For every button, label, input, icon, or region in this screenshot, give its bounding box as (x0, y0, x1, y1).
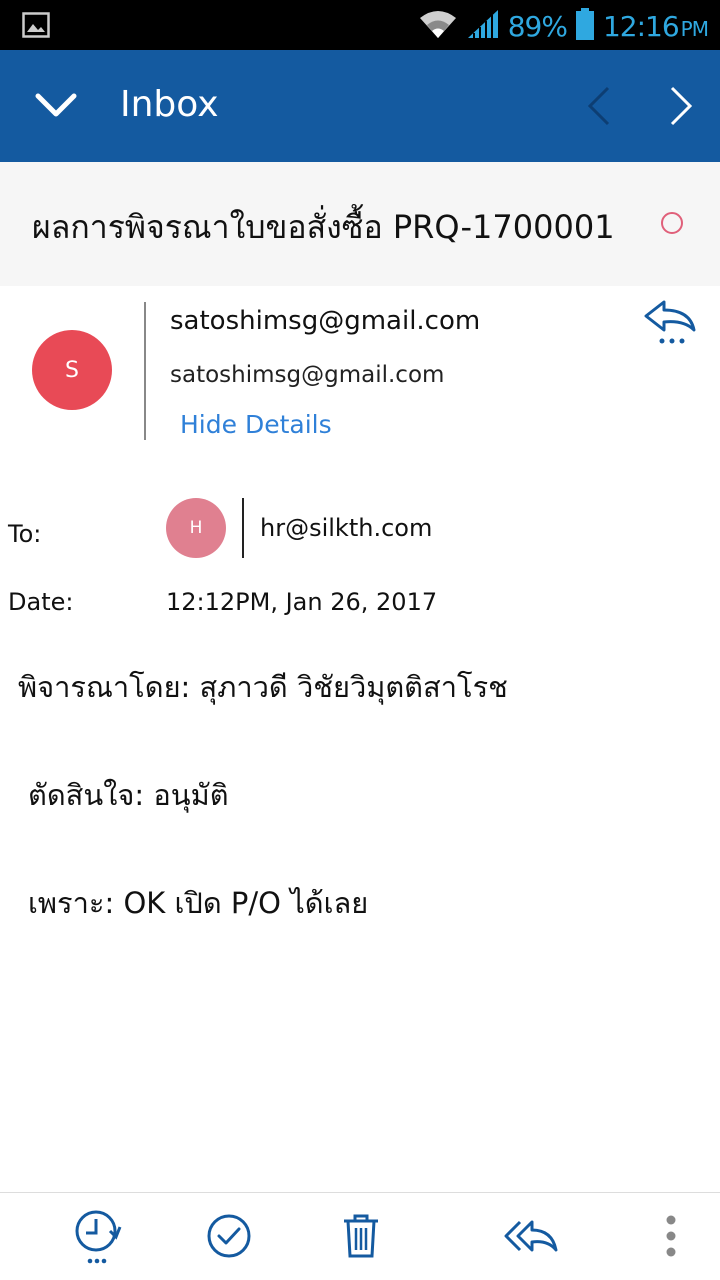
trash-icon[interactable] (342, 1206, 380, 1266)
chevron-left-icon[interactable] (580, 82, 620, 130)
date-label: Date: (8, 588, 74, 616)
clock-time: 12:16 (602, 9, 680, 43)
more-vertical-icon[interactable] (660, 1206, 682, 1266)
circle-flag-icon[interactable] (661, 212, 683, 234)
recipient-email[interactable]: hr@silkth.com (260, 514, 432, 542)
divider (144, 302, 146, 440)
body-line: ตัดสินใจ: อนุมัติ (28, 778, 229, 812)
recipient-avatar-letter: H (189, 518, 203, 538)
sender-name[interactable]: satoshimsg@gmail.com (170, 306, 480, 336)
app-title: Inbox (120, 84, 219, 125)
hide-details-link[interactable]: Hide Details (180, 410, 332, 439)
image-icon (22, 12, 50, 42)
body-line: พิจารณาโดย: สุภาวดี วิชัยวิมุตติสาโรช (18, 670, 508, 704)
divider (242, 498, 244, 558)
clock: 12:16 PM (602, 9, 709, 43)
reply-icon[interactable] (640, 296, 700, 348)
app-bar: Inbox (0, 50, 720, 162)
sender-email: satoshimsg@gmail.com (170, 362, 445, 388)
reply-all-icon[interactable] (502, 1206, 560, 1266)
chevron-down-icon[interactable] (30, 84, 82, 128)
chevron-right-icon[interactable] (660, 82, 700, 130)
wifi-icon (418, 8, 458, 44)
recipient-avatar: H (166, 498, 226, 558)
sender-avatar: S (32, 330, 112, 410)
email-subject: ผลการพิจรณาใบขอสั่งซื้อ PRQ-1700001 (32, 208, 615, 246)
sender-avatar-letter: S (65, 357, 79, 383)
clock-ampm: PM (680, 16, 709, 41)
date-value: 12:12PM, Jan 26, 2017 (166, 588, 438, 616)
clock-icon[interactable] (70, 1206, 126, 1266)
to-label: To: (8, 520, 42, 548)
signal-icon (466, 8, 500, 44)
check-circle-icon[interactable] (205, 1206, 253, 1266)
status-bar: 89% 12:16 PM (0, 0, 720, 50)
body-line: เพราะ: OK เปิด P/O ได้เลย (28, 886, 369, 920)
battery-icon (575, 7, 595, 45)
battery-percent: 89% (507, 9, 568, 43)
subject-bar: ผลการพิจรณาใบขอสั่งซื้อ PRQ-1700001 (0, 162, 720, 286)
